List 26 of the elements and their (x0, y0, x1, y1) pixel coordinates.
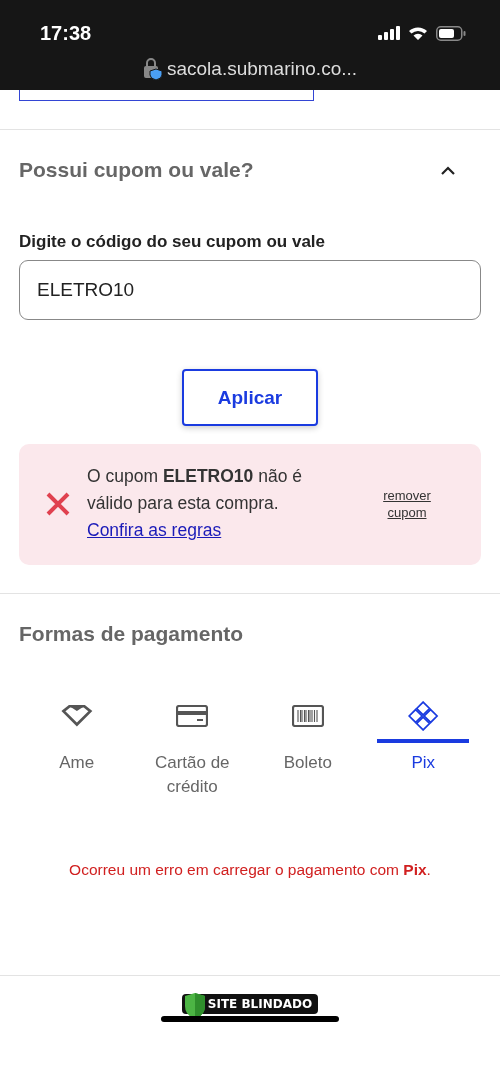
payment-tab[interactable]: Pix (365, 701, 481, 799)
error-x-icon (45, 490, 71, 517)
url-text: sacola.submarino.co... (166, 58, 358, 80)
payment-tab[interactable]: Boleto (250, 701, 366, 799)
remove-coupon-link[interactable]: remover cupom (372, 486, 442, 521)
apply-button[interactable]: Aplicar (182, 369, 318, 426)
status-time: 17:38 (40, 21, 92, 45)
diamond-grid-icon (406, 701, 441, 731)
chevron-icon[interactable] (441, 165, 455, 175)
wifi-icon (408, 25, 428, 41)
error-message: Ocorreu um erro em carregar o pagamento com Pix. (68, 861, 432, 879)
credit-card-icon (176, 705, 209, 727)
payment-tab[interactable]: Cartão de crédito (134, 701, 250, 799)
lock-icon (142, 58, 163, 80)
error-message: O cupom ELETRO10 não é válido para esta compra. Confira as regras (87, 465, 303, 542)
rules-link[interactable]: Confira as regras (87, 520, 222, 540)
barcode-icon (291, 705, 324, 727)
signal-icon (378, 26, 400, 40)
payment-tab[interactable]: Ame (19, 701, 135, 799)
section-title: Possui cupom ou vale? (19, 158, 254, 182)
diamond-icon (60, 705, 93, 727)
coupon-field[interactable]: ELETRO10 (19, 260, 481, 320)
section-title: Formas de pagamento (19, 622, 245, 646)
field-label: Digite o código do seu cupom ou vale (19, 232, 327, 252)
security-badge: SITE BLINDADO (181, 994, 319, 1014)
battery-icon (436, 25, 466, 41)
